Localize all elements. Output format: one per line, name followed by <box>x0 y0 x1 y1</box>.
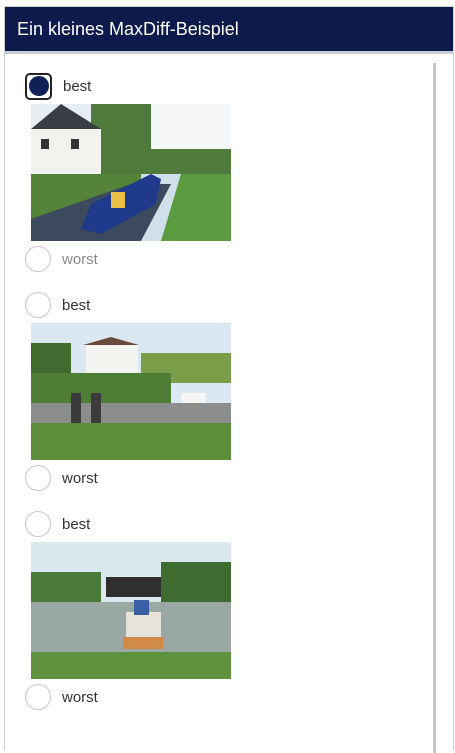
item-3-best-label: best <box>62 515 91 533</box>
item-1-worst-radio[interactable] <box>25 246 51 272</box>
item-3-best-radio[interactable] <box>25 511 51 537</box>
item-1-worst-option[interactable]: worst <box>25 241 453 277</box>
header-bar: Ein kleines MaxDiff-Beispiel <box>5 7 453 54</box>
item-2-image <box>31 323 231 460</box>
item-1-image <box>31 104 231 241</box>
item-3-best-option[interactable]: best <box>25 506 453 542</box>
radio-selected-dot <box>28 76 49 96</box>
item-1-best-radio[interactable] <box>25 72 52 100</box>
scrollbar[interactable] <box>433 63 436 753</box>
item-2-best-option[interactable]: best <box>25 287 453 323</box>
item-2-best-radio[interactable] <box>25 292 51 318</box>
item-1-worst-label: worst <box>62 250 98 268</box>
item-3-image <box>31 542 231 679</box>
item-3-worst-label: worst <box>62 688 98 706</box>
maxdiff-question: best worst best worst best worst <box>5 54 453 715</box>
item-3-worst-option[interactable]: worst <box>25 679 453 715</box>
item-3-worst-radio[interactable] <box>25 684 51 710</box>
item-2-worst-label: worst <box>62 469 98 487</box>
item-2-best-label: best <box>62 296 91 314</box>
item-1-best-label: best <box>63 77 92 95</box>
item-1-best-option[interactable]: best <box>25 68 453 104</box>
item-2-worst-option[interactable]: worst <box>25 460 453 496</box>
page-title: Ein kleines MaxDiff-Beispiel <box>17 18 239 39</box>
item-2-worst-radio[interactable] <box>25 465 51 491</box>
survey-frame: Ein kleines MaxDiff-Beispiel best worst <box>4 6 454 750</box>
